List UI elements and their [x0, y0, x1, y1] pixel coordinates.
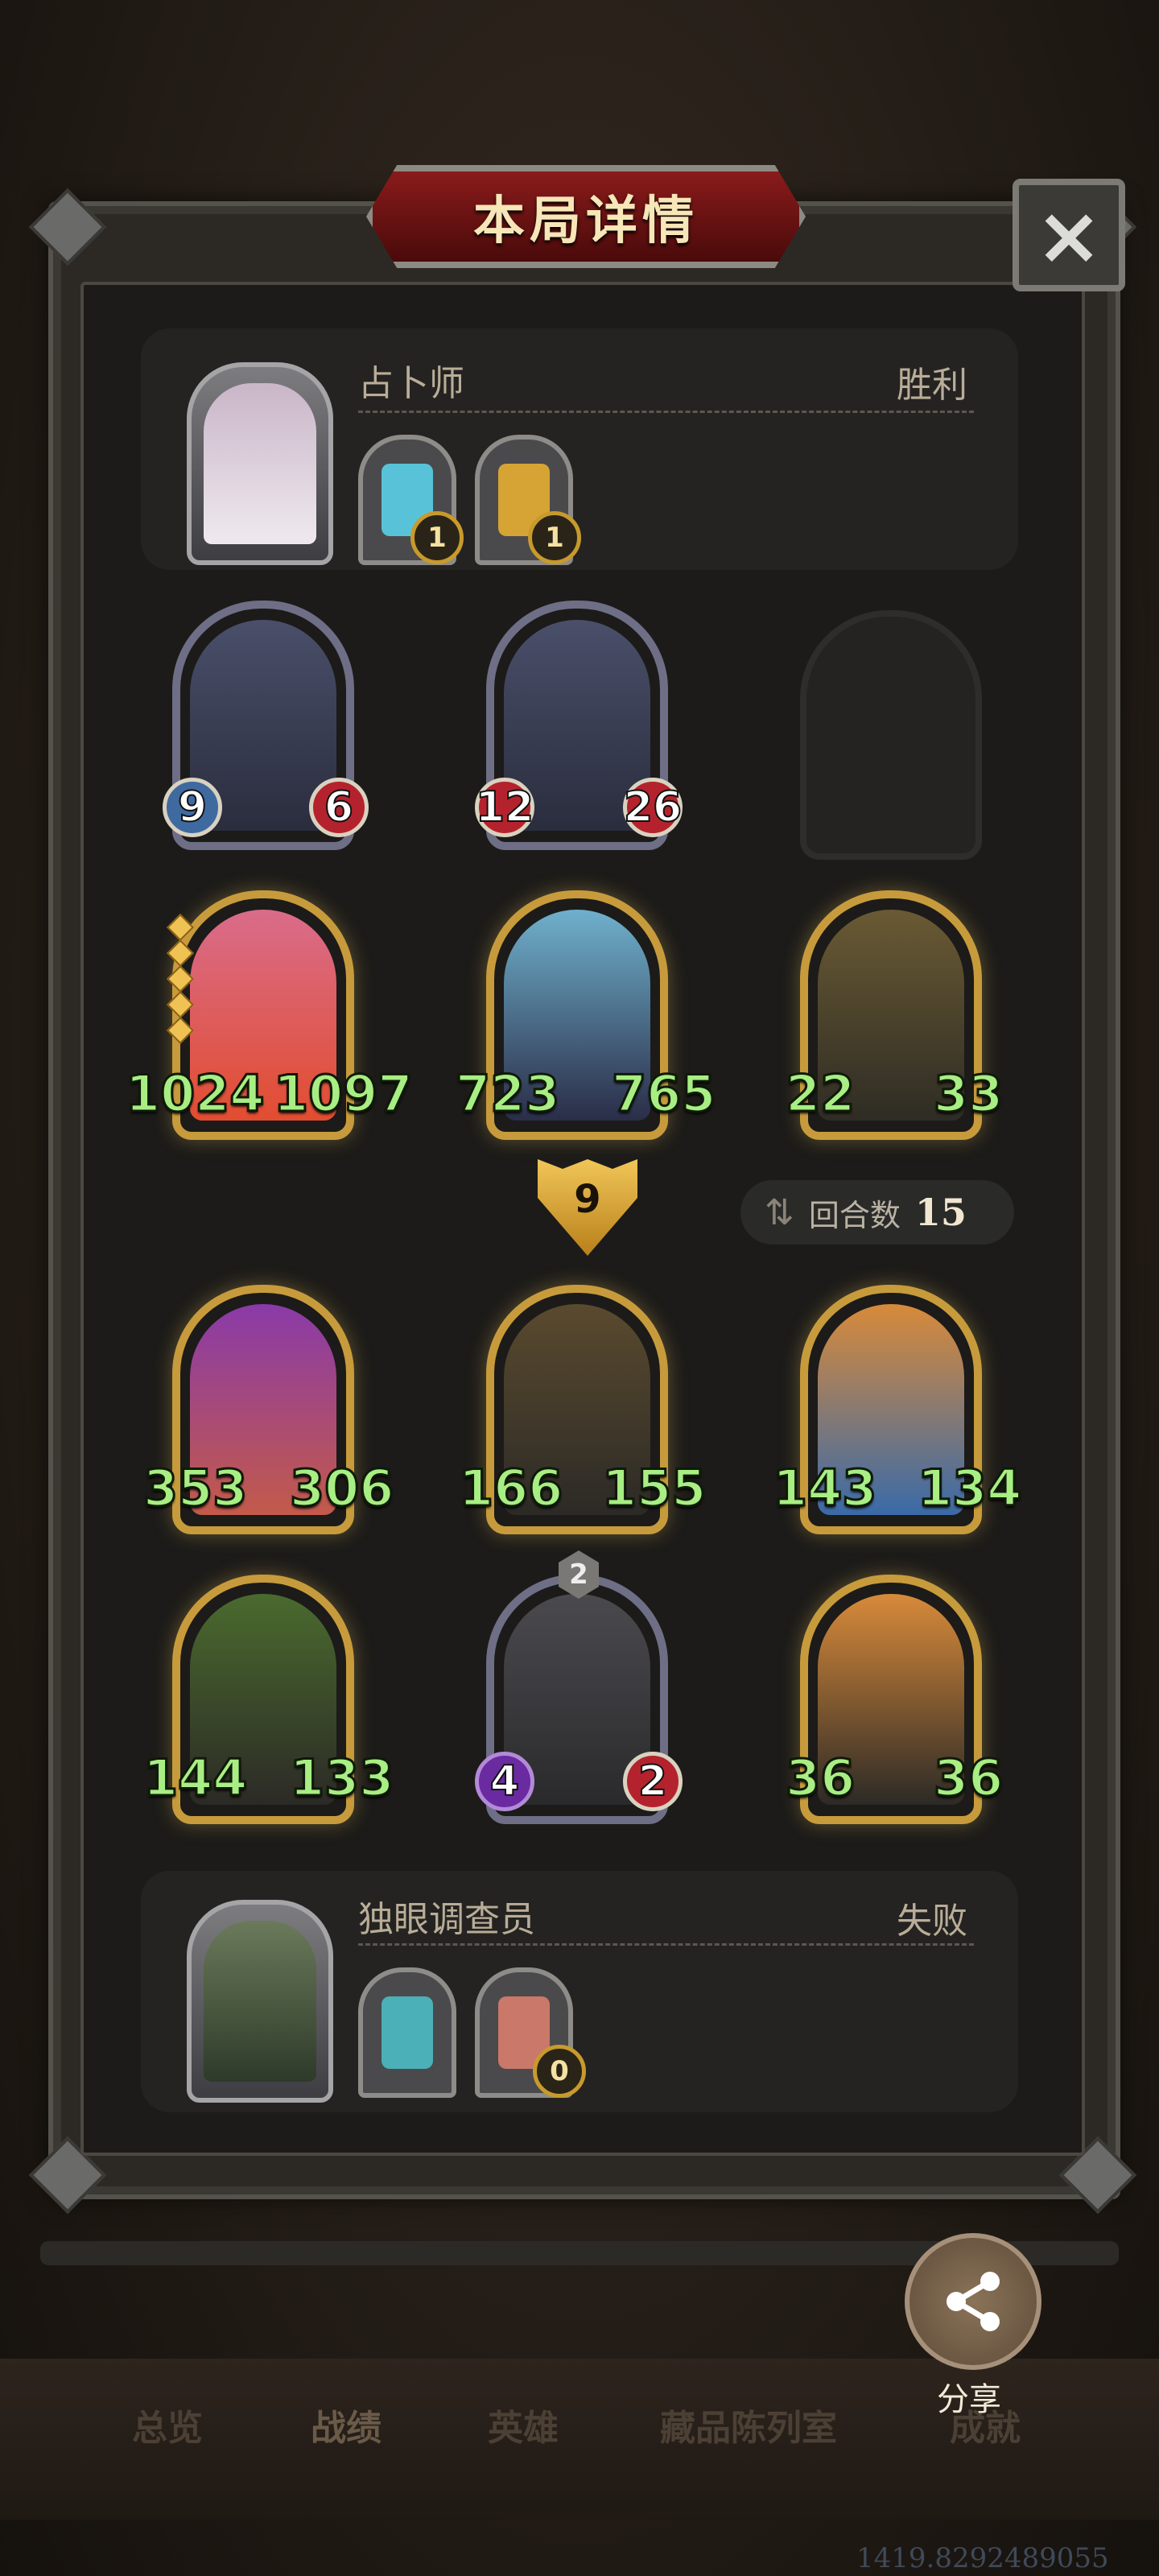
attack-value: 36	[784, 1748, 856, 1809]
share-button[interactable]	[905, 2233, 1041, 2370]
turn-count: 15	[914, 1191, 967, 1234]
empty-slot	[800, 610, 982, 860]
nav-heroes[interactable]: 英雄	[488, 2399, 559, 2450]
refresh-icon: ⇅	[765, 1191, 794, 1233]
investigator-avatar	[204, 1921, 316, 2082]
health-value: 36	[932, 1748, 1004, 1809]
divider	[358, 411, 974, 413]
nav-records[interactable]: 战绩	[311, 2399, 382, 2450]
attack-value: 166	[457, 1458, 563, 1519]
health-value: 26	[623, 778, 683, 837]
attack-value: 4	[475, 1752, 534, 1811]
blade-icon	[382, 1996, 433, 2069]
winner-portrait[interactable]	[187, 362, 333, 565]
attack-value: 9	[163, 778, 222, 837]
attack-value: 723	[454, 1063, 560, 1125]
relic-1[interactable]	[358, 1967, 456, 2098]
winner-name: 占卜师	[358, 363, 464, 404]
attack-value: 144	[142, 1748, 248, 1809]
share-label: 分享	[937, 2381, 1001, 2418]
health-value: 133	[288, 1748, 394, 1809]
attack-value: 1024	[125, 1063, 266, 1125]
turn-counter: ⇅ 回合数 15	[740, 1180, 1014, 1245]
nav-overview[interactable]: 总览	[132, 2399, 203, 2450]
close-icon: ×	[1035, 188, 1103, 283]
nav-collection[interactable]: 藏品陈列室	[660, 2399, 837, 2450]
attack-value: 22	[784, 1063, 856, 1125]
title-banner: 本局详情	[366, 165, 806, 268]
loser-portrait[interactable]	[187, 1900, 333, 2103]
loser-result: 失败	[897, 1901, 967, 1942]
close-button[interactable]: ×	[1013, 179, 1125, 291]
attack-value: 143	[771, 1458, 877, 1519]
relic-count: 0	[533, 2045, 586, 2098]
health-value: 33	[932, 1063, 1004, 1125]
health-value: 765	[610, 1063, 716, 1125]
tier-number: 9	[574, 1177, 601, 1222]
attack-value: 12	[475, 778, 534, 837]
health-value: 306	[288, 1458, 394, 1519]
page-title: 本局详情	[473, 192, 699, 251]
health-value: 1097	[273, 1063, 415, 1125]
health-value: 2	[623, 1752, 683, 1811]
share-icon	[947, 2272, 1000, 2331]
relic-count: 1	[410, 511, 464, 564]
turn-label: 回合数	[808, 1197, 901, 1233]
relic-count: 1	[528, 511, 581, 564]
divider	[358, 1943, 974, 1946]
winner-result: 胜利	[897, 365, 967, 406]
attack-value: 353	[142, 1458, 248, 1519]
fortune-teller-avatar	[204, 383, 316, 544]
health-value: 6	[309, 778, 369, 837]
loser-name: 独眼调查员	[358, 1899, 535, 1940]
coordinate-readout: 1419.8292489055	[856, 2542, 1109, 2574]
health-value: 134	[916, 1458, 1022, 1519]
health-value: 155	[600, 1458, 707, 1519]
